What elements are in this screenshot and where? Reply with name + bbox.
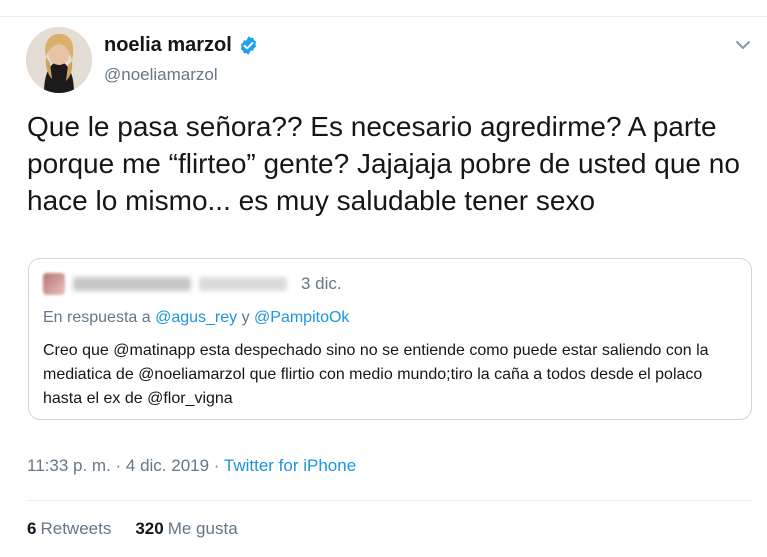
likes-stat[interactable]: 320 Me gusta xyxy=(135,519,237,539)
likes-label: Me gusta xyxy=(167,519,238,538)
stats-divider xyxy=(27,500,752,501)
tweet-meta: 11:33 p. m. · 4 dic. 2019 · Twitter for … xyxy=(27,456,356,476)
tweet-text: Que le pasa señora?? Es necesario agredi… xyxy=(27,111,740,216)
reply-context: En respuesta a @agus_rey y @PampitoOk xyxy=(43,309,349,327)
reply-mention-pampitook[interactable]: @PampitoOk xyxy=(254,309,349,326)
quoted-tweet-body: Creo que @matinapp esta despechado sino … xyxy=(43,339,733,411)
retweets-label: Retweets xyxy=(40,519,112,538)
quoted-handle-blurred xyxy=(199,277,287,291)
mention-matinapp: @matinapp xyxy=(113,342,196,359)
author-handle[interactable]: @noeliamarzol xyxy=(104,65,218,85)
retweets-stat[interactable]: 6 Retweets xyxy=(27,519,111,539)
avatar[interactable] xyxy=(26,27,92,93)
quoted-body-part-1: Creo que xyxy=(43,342,114,359)
tweet-stats: 6 Retweets 320 Me gusta xyxy=(27,519,238,539)
author-name-row: noelia marzol xyxy=(104,34,259,57)
quoted-avatar-blurred xyxy=(43,273,65,295)
top-divider xyxy=(0,16,767,17)
reply-joiner: y xyxy=(237,309,255,326)
likes-count: 320 xyxy=(135,519,164,538)
retweets-count: 6 xyxy=(27,519,37,538)
quoted-tweet-header: 3 dic. xyxy=(43,273,342,295)
quoted-tweet-date: 3 dic. xyxy=(301,274,342,293)
chevron-down-icon[interactable] xyxy=(734,36,752,54)
avatar-photo xyxy=(26,27,92,93)
author-display-name[interactable]: noelia marzol xyxy=(104,34,232,57)
quoted-name-blurred xyxy=(73,277,191,291)
mention-noeliamarzol: @noeliamarzol xyxy=(138,366,246,383)
mention-flor-vigna: @flor_vigna xyxy=(147,390,233,407)
tweet-source[interactable]: Twitter for iPhone xyxy=(224,456,356,475)
verified-badge-icon xyxy=(240,36,257,55)
tweet-timestamp[interactable]: 11:33 p. m. · 4 dic. 2019 · xyxy=(27,456,224,475)
reply-prefix: En respuesta a xyxy=(43,309,156,326)
reply-mention-agus-rey[interactable]: @agus_rey xyxy=(155,309,237,326)
quoted-tweet[interactable]: 3 dic. En respuesta a @agus_rey y @Pampi… xyxy=(28,258,752,420)
